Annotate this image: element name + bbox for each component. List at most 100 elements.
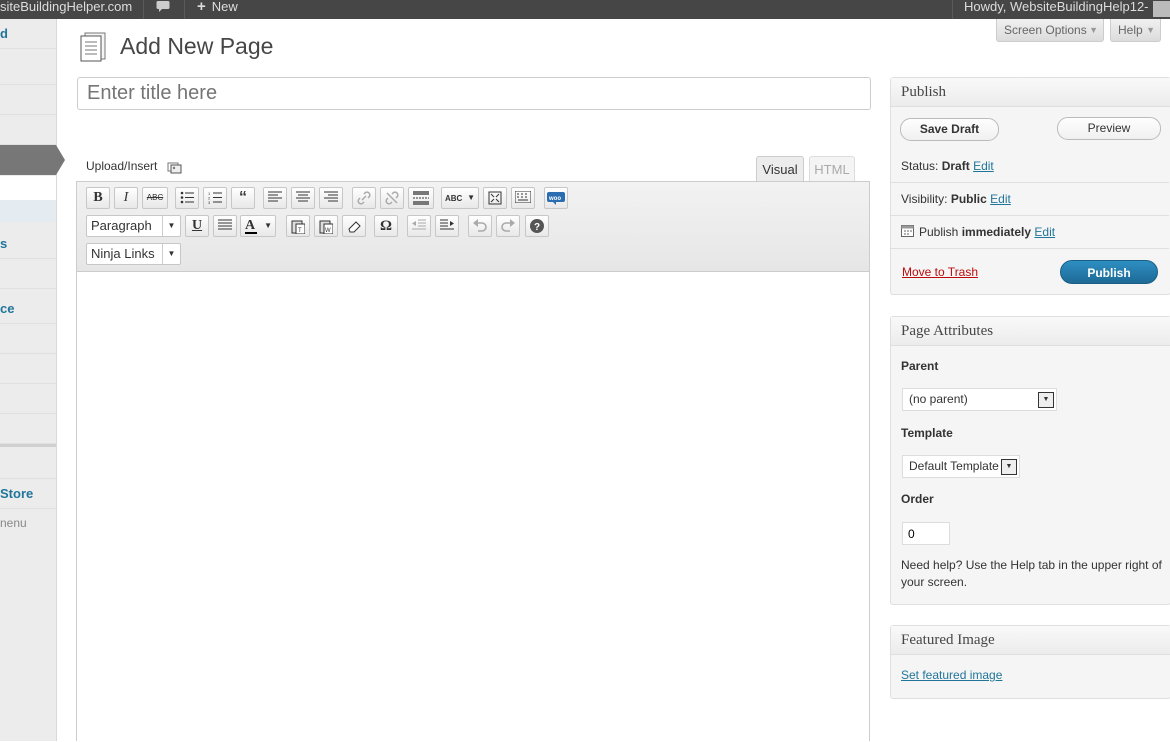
sidebar-item-store[interactable]: Store [0,479,56,509]
edit-status-link[interactable]: Edit [973,159,994,173]
add-media-icon[interactable] [167,160,183,175]
svg-text:T: T [298,228,302,234]
order-input[interactable] [902,522,950,545]
status-value: Draft [941,159,970,173]
woo-icon[interactable]: woo [544,187,568,209]
align-right-icon[interactable] [319,187,343,209]
preview-button[interactable]: Preview [1057,117,1161,140]
comments-icon[interactable] [156,0,170,19]
new-content-menu[interactable]: + New [197,0,238,19]
publish-button[interactable]: Publish [1060,260,1158,284]
chevron-down-icon: ▼ [1146,25,1155,35]
site-name-link[interactable]: siteBuildingHelper.com [0,0,132,19]
spellcheck-icon[interactable]: ABC ▼ [441,187,479,209]
editor-container [76,181,870,742]
active-arrow [56,145,65,175]
more-tag-icon[interactable] [408,187,434,209]
move-to-trash-link[interactable]: Move to Trash [902,265,978,279]
italic-icon[interactable]: I [114,187,138,209]
indent-icon[interactable] [435,215,459,237]
chevron-down-icon: ▼ [264,221,272,230]
bullet-list-icon[interactable] [175,187,199,209]
sidebar-item[interactable] [0,55,56,85]
pages-icon [79,32,107,62]
sidebar-item[interactable] [0,324,56,354]
sidebar-item-pages-active[interactable] [0,145,56,175]
editor-content-area[interactable] [77,272,869,742]
sidebar-item[interactable] [0,354,56,384]
visibility-label: Visibility: [901,192,948,206]
template-label: Template [901,426,953,440]
sidebar-item-label: d [0,26,8,41]
justify-icon[interactable] [213,215,237,237]
align-center-icon[interactable] [291,187,315,209]
sidebar-collapse-menu[interactable]: nenu [0,509,56,538]
publish-box-heading: Publish [891,78,1170,107]
sidebar-submenu-item[interactable] [0,176,56,200]
strikethrough-icon[interactable]: ABC [142,187,168,209]
tab-visual[interactable]: Visual [756,156,804,182]
outdent-icon[interactable] [407,215,431,237]
parent-select[interactable]: (no parent) ▼ [902,388,1057,411]
link-icon[interactable] [352,187,376,209]
tab-html[interactable]: HTML [809,156,855,182]
blockquote-icon[interactable]: “ [231,187,255,209]
status-label: Status: [901,159,939,173]
align-left-icon[interactable] [263,187,287,209]
kitchen-sink-icon[interactable] [511,187,535,209]
unlink-icon[interactable] [380,187,404,209]
separator [143,0,144,19]
ninja-links-select[interactable]: Ninja Links ▼ [86,243,181,265]
sidebar-item-label: ce [0,301,15,316]
sidebar-item[interactable] [0,115,56,145]
svg-text:woo: woo [548,196,561,202]
svg-text:?: ? [534,222,540,233]
numbered-list-icon[interactable]: 123 [203,187,227,209]
calendar-icon [901,224,914,237]
paste-word-icon[interactable]: W [314,215,338,237]
title-input[interactable] [77,77,871,110]
howdy-account-menu[interactable]: Howdy, WebsiteBuildingHelp12- [964,0,1149,19]
sidebar-item-dashboard[interactable]: d [0,19,56,49]
eraser-icon[interactable] [342,215,366,237]
screen-options-button[interactable]: Screen Options ▼ [996,19,1104,42]
format-select[interactable]: Paragraph ▼ [86,215,181,237]
undo-icon[interactable] [468,215,492,237]
sidebar-item[interactable]: ​ [0,259,56,289]
edit-schedule-link[interactable]: Edit [1034,225,1055,239]
sidebar-submenu-item-current[interactable] [0,200,56,222]
featured-image-box: Featured Image [890,625,1170,699]
chevron-down-icon: ▼ [467,193,475,202]
attributes-help-text: Need help? Use the Help tab in the upper… [901,558,1162,589]
set-featured-image-link[interactable]: Set featured image [901,668,1002,682]
chevron-down-icon: ▼ [1001,459,1017,475]
help-button[interactable]: Help ▼ [1110,19,1161,42]
sidebar-separator [0,444,56,447]
sidebar-item-appearance[interactable]: ce [0,294,56,324]
separator [952,0,953,19]
omega-icon[interactable]: Ω [374,215,398,237]
redo-icon[interactable] [496,215,520,237]
underline-icon[interactable]: U [185,215,209,237]
bold-icon[interactable]: B [86,187,110,209]
sidebar-item[interactable] [0,414,56,444]
sidebar-item[interactable] [0,384,56,414]
help-icon[interactable]: ? [525,215,549,237]
avatar[interactable] [1153,1,1170,17]
visibility-value: Public [950,192,987,206]
sidebar-item-label: s [0,236,8,251]
paste-text-icon[interactable]: T [286,215,310,237]
sidebar-item[interactable] [0,449,56,479]
edit-visibility-link[interactable]: Edit [990,192,1011,206]
template-select[interactable]: Default Template ▼ [902,455,1020,478]
sidebar-item-comments[interactable]: s [0,229,56,259]
sidebar-item[interactable] [0,85,56,115]
text-color-icon[interactable]: A ▼ [240,215,276,237]
divider [890,215,1169,216]
fullscreen-icon[interactable] [483,187,507,209]
save-draft-button[interactable]: Save Draft [900,118,999,141]
page-attributes-heading: Page Attributes [891,317,1170,346]
publish-label: Publish [919,225,959,239]
visibility-row: Visibility: Public Edit [901,192,1011,206]
template-select-value: Default Template [909,459,999,473]
